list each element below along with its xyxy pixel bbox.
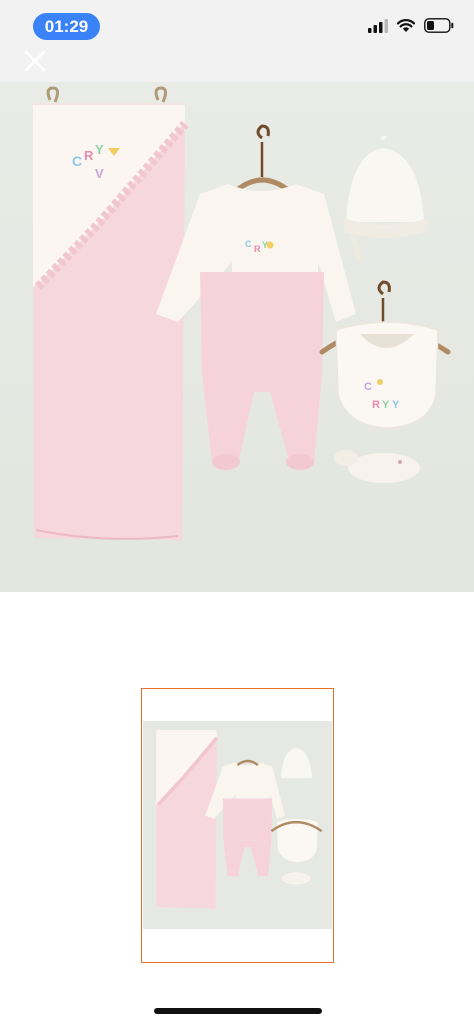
svg-text:R: R [372, 399, 380, 411]
thumbnail-image-selected[interactable] [141, 688, 334, 963]
wifi-icon [396, 18, 416, 38]
svg-text:C: C [364, 381, 372, 393]
top-bar [0, 50, 474, 82]
home-indicator [154, 1008, 322, 1014]
product-image-main[interactable]: C R Y V C R Y C R Y Y [0, 82, 474, 592]
cellular-signal-icon [368, 18, 388, 38]
status-icons [368, 18, 454, 38]
screen: 01:29 C R Y V C R Y C R Y Y [0, 0, 474, 1024]
svg-text:Y: Y [95, 142, 104, 157]
svg-text:R: R [254, 244, 261, 254]
svg-text:C: C [72, 153, 82, 169]
svg-text:V: V [95, 166, 104, 181]
svg-text:Y: Y [392, 399, 400, 411]
swaddle-blanket: C R Y V [33, 103, 189, 542]
thumbnail-illustration [143, 721, 332, 929]
status-bar: 01:29 [0, 0, 474, 52]
svg-text:Y: Y [382, 399, 390, 411]
battery-icon [424, 18, 454, 38]
status-time: 01:29 [33, 13, 100, 40]
thumbnail-image [143, 721, 332, 929]
baby-bib: C R Y Y [335, 321, 439, 429]
close-icon [24, 50, 46, 72]
svg-text:C: C [245, 239, 252, 249]
product-illustration: C R Y V C R Y C R Y Y [0, 82, 474, 592]
svg-text:R: R [84, 148, 94, 163]
close-button[interactable] [18, 44, 52, 78]
